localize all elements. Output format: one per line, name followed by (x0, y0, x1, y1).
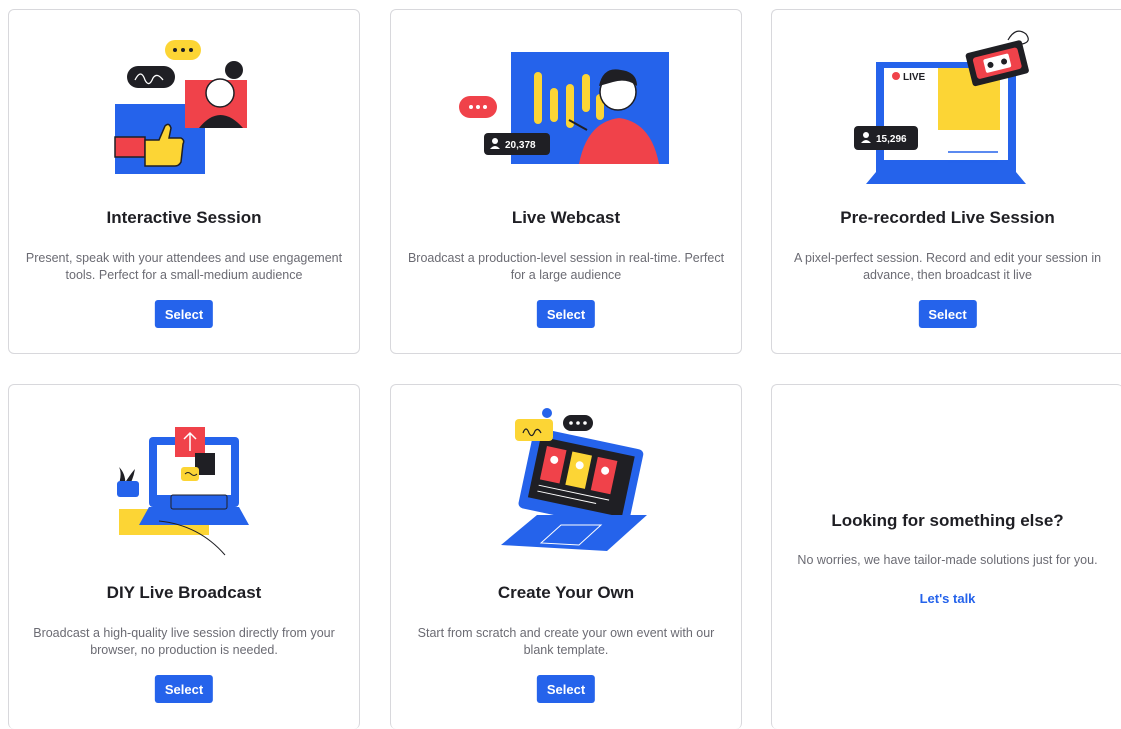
card-live-webcast: 20,378 Live Webcast Broadcast a producti… (390, 9, 742, 354)
select-button[interactable]: Select (154, 675, 214, 703)
card-title: DIY Live Broadcast (106, 583, 262, 602)
card-title: Looking for something else? (831, 511, 1064, 530)
select-button[interactable]: Select (536, 300, 596, 328)
card-description: Broadcast a high-quality live session di… (33, 626, 335, 657)
viewer-count: 20,378 (505, 140, 536, 151)
card-description: Start from scratch and create your own e… (417, 626, 715, 657)
live-webcast-illustration: 20,378 (459, 52, 669, 164)
select-button[interactable]: Select (918, 300, 977, 328)
create-your-own-illustration (501, 408, 647, 551)
card-title: Pre-recorded Live Session (840, 208, 1055, 227)
diy-live-broadcast-illustration (117, 427, 249, 556)
card-custom-solution: Looking for something else? No worries, … (771, 384, 1121, 729)
card-title: Live Webcast (511, 208, 621, 227)
card-create-your-own: Create Your Own Start from scratch and c… (390, 384, 742, 729)
card-description: Present, speak with your attendees and u… (25, 251, 343, 282)
card-title: Create Your Own (497, 583, 635, 602)
card-description: Broadcast a production-level session in … (407, 251, 725, 282)
card-title: Interactive Session (106, 208, 262, 227)
card-description: No worries, we have tailor-made solution… (797, 553, 1098, 567)
viewer-count: 15,296 (876, 134, 907, 145)
card-pre-recorded-live-session: LIVE 15,296 Pre-recorded Live Session A … (771, 9, 1121, 354)
card-interactive-session: Interactive Session Present, speak with … (8, 9, 360, 354)
select-button[interactable]: Select (536, 675, 596, 703)
card-description: A pixel-perfect session. Record and edit… (793, 251, 1102, 282)
interactive-session-illustration (114, 40, 247, 174)
lets-talk-link[interactable]: Let's talk (772, 591, 1121, 606)
select-button[interactable]: Select (154, 300, 214, 328)
live-label: LIVE (903, 72, 926, 83)
pre-recorded-session-illustration: LIVE 15,296 (854, 30, 1029, 184)
card-diy-live-broadcast: DIY Live Broadcast Broadcast a high-qual… (8, 384, 360, 729)
